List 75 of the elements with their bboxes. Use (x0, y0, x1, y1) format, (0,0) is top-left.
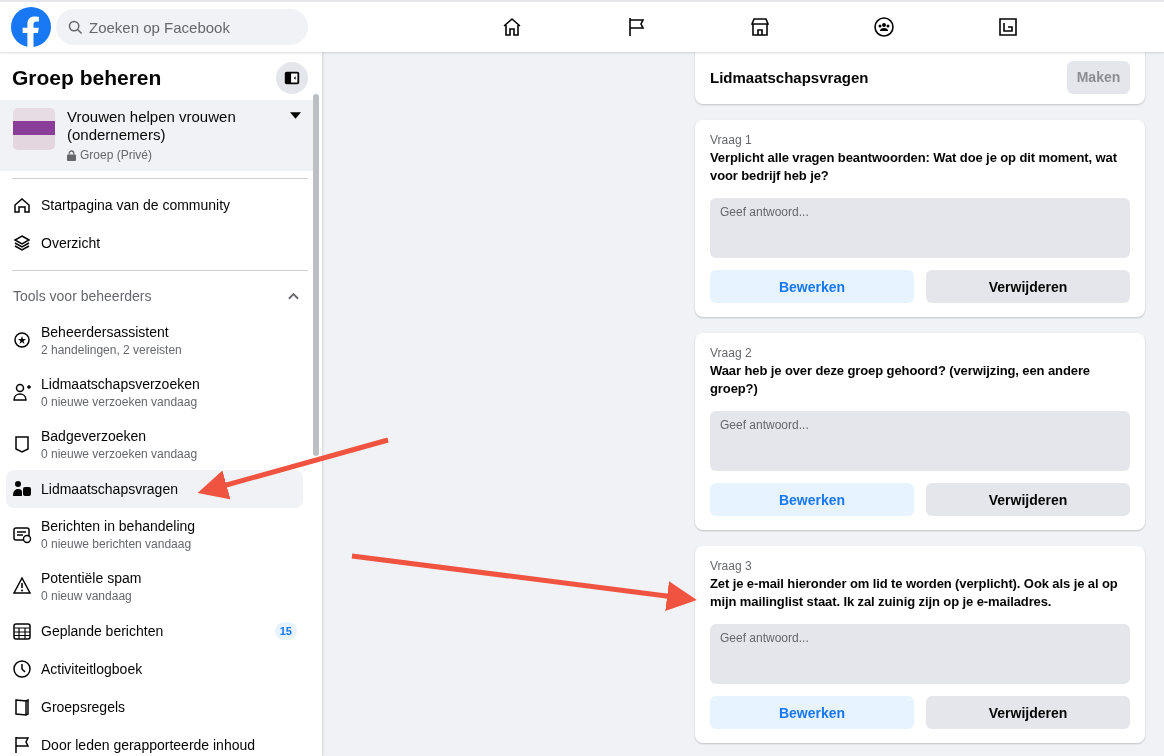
item-subtitle: 0 nieuwe berichten vandaag (41, 536, 193, 551)
clock-icon (12, 659, 32, 679)
item-label: Startpagina van de community (41, 197, 232, 213)
sidebar-item[interactable]: Overzicht (6, 224, 303, 262)
shield-icon (12, 330, 32, 350)
sidebar-item[interactable]: Berichten in behandeling 0 nieuwe berichten vandaag (6, 508, 303, 560)
calendar-icon (12, 621, 32, 641)
item-label: Potentiële spam (41, 569, 143, 586)
sidebar-item[interactable]: Lidmaatschapsverzoeken 0 nieuwe verzoeken vandaag (6, 366, 303, 418)
caret-icon (290, 112, 301, 120)
sidebar-item[interactable]: Groepsregels (6, 688, 303, 726)
lock-icon (67, 149, 76, 161)
group-icon[interactable] (872, 15, 896, 39)
item-label: Activiteitlogboek (41, 661, 144, 677)
question-text: Verplicht alle vragen beantwoorden: Wat doe je op dit moment, wat voor bedrijf heb je? (710, 149, 1118, 185)
answer-field[interactable]: Geef antwoord... (710, 198, 1130, 258)
home-icon (12, 195, 32, 215)
answer-field[interactable]: Geef antwoord... (710, 411, 1130, 471)
item-label: Door leden gerapporteerde inhoud (41, 737, 257, 753)
delete-button[interactable]: Verwijderen (926, 696, 1130, 729)
store-icon[interactable] (748, 15, 772, 39)
delete-button[interactable]: Verwijderen (926, 270, 1130, 303)
question-number: Vraag 1 (710, 133, 753, 147)
group-name: Vrouwen helpen vrouwen (ondernemers) (67, 108, 237, 144)
question-number: Vraag 2 (710, 346, 753, 360)
count-badge: 15 (274, 622, 297, 640)
answer-field[interactable]: Geef antwoord... (710, 624, 1130, 684)
sidebar-item[interactable]: Startpagina van de community (6, 186, 303, 224)
sidebar-item[interactable]: Activiteitlogboek (6, 650, 303, 688)
collapse-sidebar-button[interactable] (276, 62, 308, 94)
item-label: Lidmaatschapsverzoeken (41, 375, 201, 392)
scrollbar[interactable] (313, 94, 319, 456)
item-label: Badgeverzoeken (41, 427, 148, 444)
badge-icon (12, 434, 32, 454)
item-subtitle: 2 handelingen, 2 vereisten (41, 342, 183, 357)
item-label: Berichten in behandeling (41, 517, 197, 534)
group-cover-placeholder (13, 108, 55, 150)
item-subtitle: 0 nieuwe verzoeken vandaag (41, 394, 199, 409)
facebook-logo[interactable] (11, 7, 51, 47)
sidebar-item[interactable]: Geplande berichten 15 (6, 612, 303, 650)
card-title: Lidmaatschapsvragen (710, 68, 869, 86)
sidebar-item[interactable]: Potentiële spam 0 nieuw vandaag (6, 560, 303, 612)
section-title: Tools voor beheerders (13, 288, 152, 304)
sidebar-title: Groep beheren (12, 66, 162, 90)
gaming-icon[interactable] (996, 15, 1020, 39)
question-text: Zet je e-mail hieronder om lid te worden (verplicht). Ook als je al op mijn mailinglist staat. Ik zal zuinig zijn op je e-mailadres. (710, 575, 1119, 611)
group-privacy: Groep (Privé) (80, 148, 153, 162)
delete-button[interactable]: Verwijderen (926, 483, 1130, 516)
item-label: Overzicht (41, 235, 102, 251)
flag-icon (12, 735, 32, 755)
item-label: Geplande berichten (41, 623, 165, 639)
item-label: Groepsregels (41, 699, 127, 715)
sidebar-panel-icon (283, 69, 301, 87)
item-subtitle: 0 nieuw vandaag (41, 588, 133, 603)
warning-icon (12, 576, 32, 596)
sidebar-item[interactable]: Badgeverzoeken 0 nieuwe verzoeken vandaag (6, 418, 303, 470)
pending-post-icon (12, 524, 32, 544)
question-number: Vraag 3 (710, 559, 753, 573)
question-text: Waar heb je over deze groep gehoord? (verwijzing, een andere groep?) (710, 362, 1091, 398)
item-label: Lidmaatschapsvragen (41, 481, 179, 497)
person-badge-icon (12, 479, 32, 499)
group-selector[interactable]: Vrouwen helpen vrouwen (ondernemers) Groep (Privé) (0, 100, 313, 171)
edit-button[interactable]: Bewerken (710, 696, 914, 729)
edit-button[interactable]: Bewerken (710, 483, 914, 516)
search-field[interactable]: Zoeken op Facebook (56, 9, 308, 45)
item-label: Beheerdersassistent (41, 323, 170, 340)
book-icon (12, 697, 32, 717)
sidebar-item[interactable]: Door leden gerapporteerde inhoud (6, 726, 303, 756)
item-subtitle: 0 nieuwe verzoeken vandaag (41, 446, 199, 461)
chevron-icon[interactable] (288, 292, 299, 300)
edit-button[interactable]: Bewerken (710, 270, 914, 303)
sidebar-item[interactable]: Lidmaatschapsvragen (6, 470, 303, 508)
layers-icon (12, 233, 32, 253)
sidebar-item[interactable]: Beheerdersassistent 2 handelingen, 2 vereisten (6, 314, 303, 366)
add-person-icon (12, 382, 32, 402)
